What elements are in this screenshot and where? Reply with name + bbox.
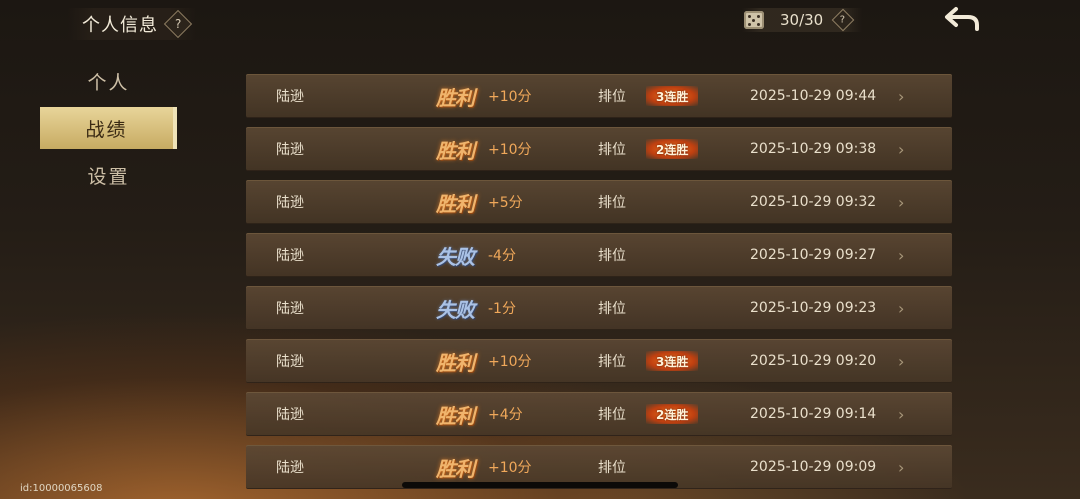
- match-time: 2025-10-29 09:14: [750, 406, 877, 422]
- match-result: 失败: [436, 297, 475, 322]
- help-icon[interactable]: ?: [163, 9, 193, 39]
- match-record-row[interactable]: 陆逊 胜利 +10分 排位 2025-10-29 09:20 3连胜 ›: [246, 339, 952, 383]
- match-time: 2025-10-29 09:23: [750, 300, 877, 316]
- score-change: +10分: [488, 89, 532, 105]
- score-change: +10分: [488, 354, 532, 370]
- match-mode: 排位: [598, 89, 626, 105]
- player-name: 陆逊: [276, 354, 304, 370]
- match-mode: 排位: [598, 407, 626, 423]
- win-streak-badge: 3连胜: [646, 351, 699, 371]
- sidebar: 个人 战绩 设置: [40, 60, 177, 201]
- player-name: 陆逊: [276, 89, 304, 105]
- sidebar-item-label: 战绩: [85, 118, 128, 141]
- match-time: 2025-10-29 09:27: [750, 247, 877, 263]
- match-result: 胜利: [436, 85, 475, 110]
- sidebar-item-1[interactable]: 战绩: [40, 107, 177, 149]
- match-mode: 排位: [598, 354, 626, 370]
- win-streak-badge: 2连胜: [646, 139, 699, 159]
- match-result: 失败: [436, 244, 475, 269]
- record-count: 30/30: [780, 11, 824, 29]
- back-button[interactable]: [940, 4, 984, 34]
- chevron-right-icon: ›: [898, 139, 905, 159]
- chevron-right-icon: ›: [898, 86, 905, 106]
- score-change: -1分: [488, 301, 516, 317]
- match-record-row[interactable]: 陆逊 失败 -4分 排位 2025-10-29 09:27 ›: [246, 233, 952, 277]
- match-time: 2025-10-29 09:32: [750, 194, 877, 210]
- match-result: 胜利: [436, 138, 475, 163]
- home-indicator[interactable]: [402, 482, 678, 488]
- match-time: 2025-10-29 09:20: [750, 353, 877, 369]
- page-title: 个人信息: [82, 15, 158, 36]
- match-record-row[interactable]: 陆逊 胜利 +10分 排位 2025-10-29 09:38 2连胜 ›: [246, 127, 952, 171]
- match-record-row[interactable]: 陆逊 胜利 +4分 排位 2025-10-29 09:14 2连胜 ›: [246, 392, 952, 436]
- player-name: 陆逊: [276, 407, 304, 423]
- chevron-right-icon: ›: [898, 192, 905, 212]
- win-streak-badge: 3连胜: [646, 86, 699, 106]
- match-record-row[interactable]: 陆逊 失败 -1分 排位 2025-10-29 09:23 ›: [246, 286, 952, 330]
- dice-icon: [744, 11, 764, 29]
- record-counter: 30/30 ?: [742, 8, 862, 32]
- match-mode: 排位: [598, 248, 626, 264]
- sidebar-item-2[interactable]: 设置: [40, 154, 177, 196]
- match-result: 胜利: [436, 403, 475, 428]
- match-record-row[interactable]: 陆逊 胜利 +10分 排位 2025-10-29 09:44 3连胜 ›: [246, 74, 952, 118]
- score-change: +10分: [488, 142, 532, 158]
- counter-help-icon[interactable]: ?: [831, 8, 855, 32]
- match-time: 2025-10-29 09:44: [750, 88, 877, 104]
- match-time: 2025-10-29 09:09: [750, 459, 877, 475]
- match-time: 2025-10-29 09:38: [750, 141, 877, 157]
- match-result: 胜利: [436, 191, 475, 216]
- player-name: 陆逊: [276, 248, 304, 264]
- player-name: 陆逊: [276, 301, 304, 317]
- match-record-list: 陆逊 胜利 +10分 排位 2025-10-29 09:44 3连胜 › 陆逊 胜利 +10分 排位…: [246, 74, 952, 498]
- back-arrow-icon: [945, 7, 979, 31]
- match-mode: 排位: [598, 301, 626, 317]
- chevron-right-icon: ›: [898, 457, 905, 477]
- sidebar-item-label: 设置: [87, 165, 130, 188]
- player-name: 陆逊: [276, 460, 304, 476]
- chevron-right-icon: ›: [898, 245, 905, 265]
- win-streak-badge: 2连胜: [646, 404, 699, 424]
- match-result: 胜利: [436, 350, 475, 375]
- page-title-bar: 个人信息 ?: [68, 8, 196, 40]
- player-name: 陆逊: [276, 142, 304, 158]
- sidebar-item-label: 个人: [87, 71, 130, 94]
- score-change: +4分: [488, 407, 523, 423]
- player-name: 陆逊: [276, 195, 304, 211]
- match-mode: 排位: [598, 195, 626, 211]
- score-change: -4分: [488, 248, 516, 264]
- user-id: id:10000065608: [20, 483, 103, 494]
- sidebar-item-0[interactable]: 个人: [40, 60, 177, 102]
- match-mode: 排位: [598, 142, 626, 158]
- chevron-right-icon: ›: [898, 351, 905, 371]
- match-record-row[interactable]: 陆逊 胜利 +5分 排位 2025-10-29 09:32 ›: [246, 180, 952, 224]
- score-change: +5分: [488, 195, 523, 211]
- chevron-right-icon: ›: [898, 298, 905, 318]
- chevron-right-icon: ›: [898, 404, 905, 424]
